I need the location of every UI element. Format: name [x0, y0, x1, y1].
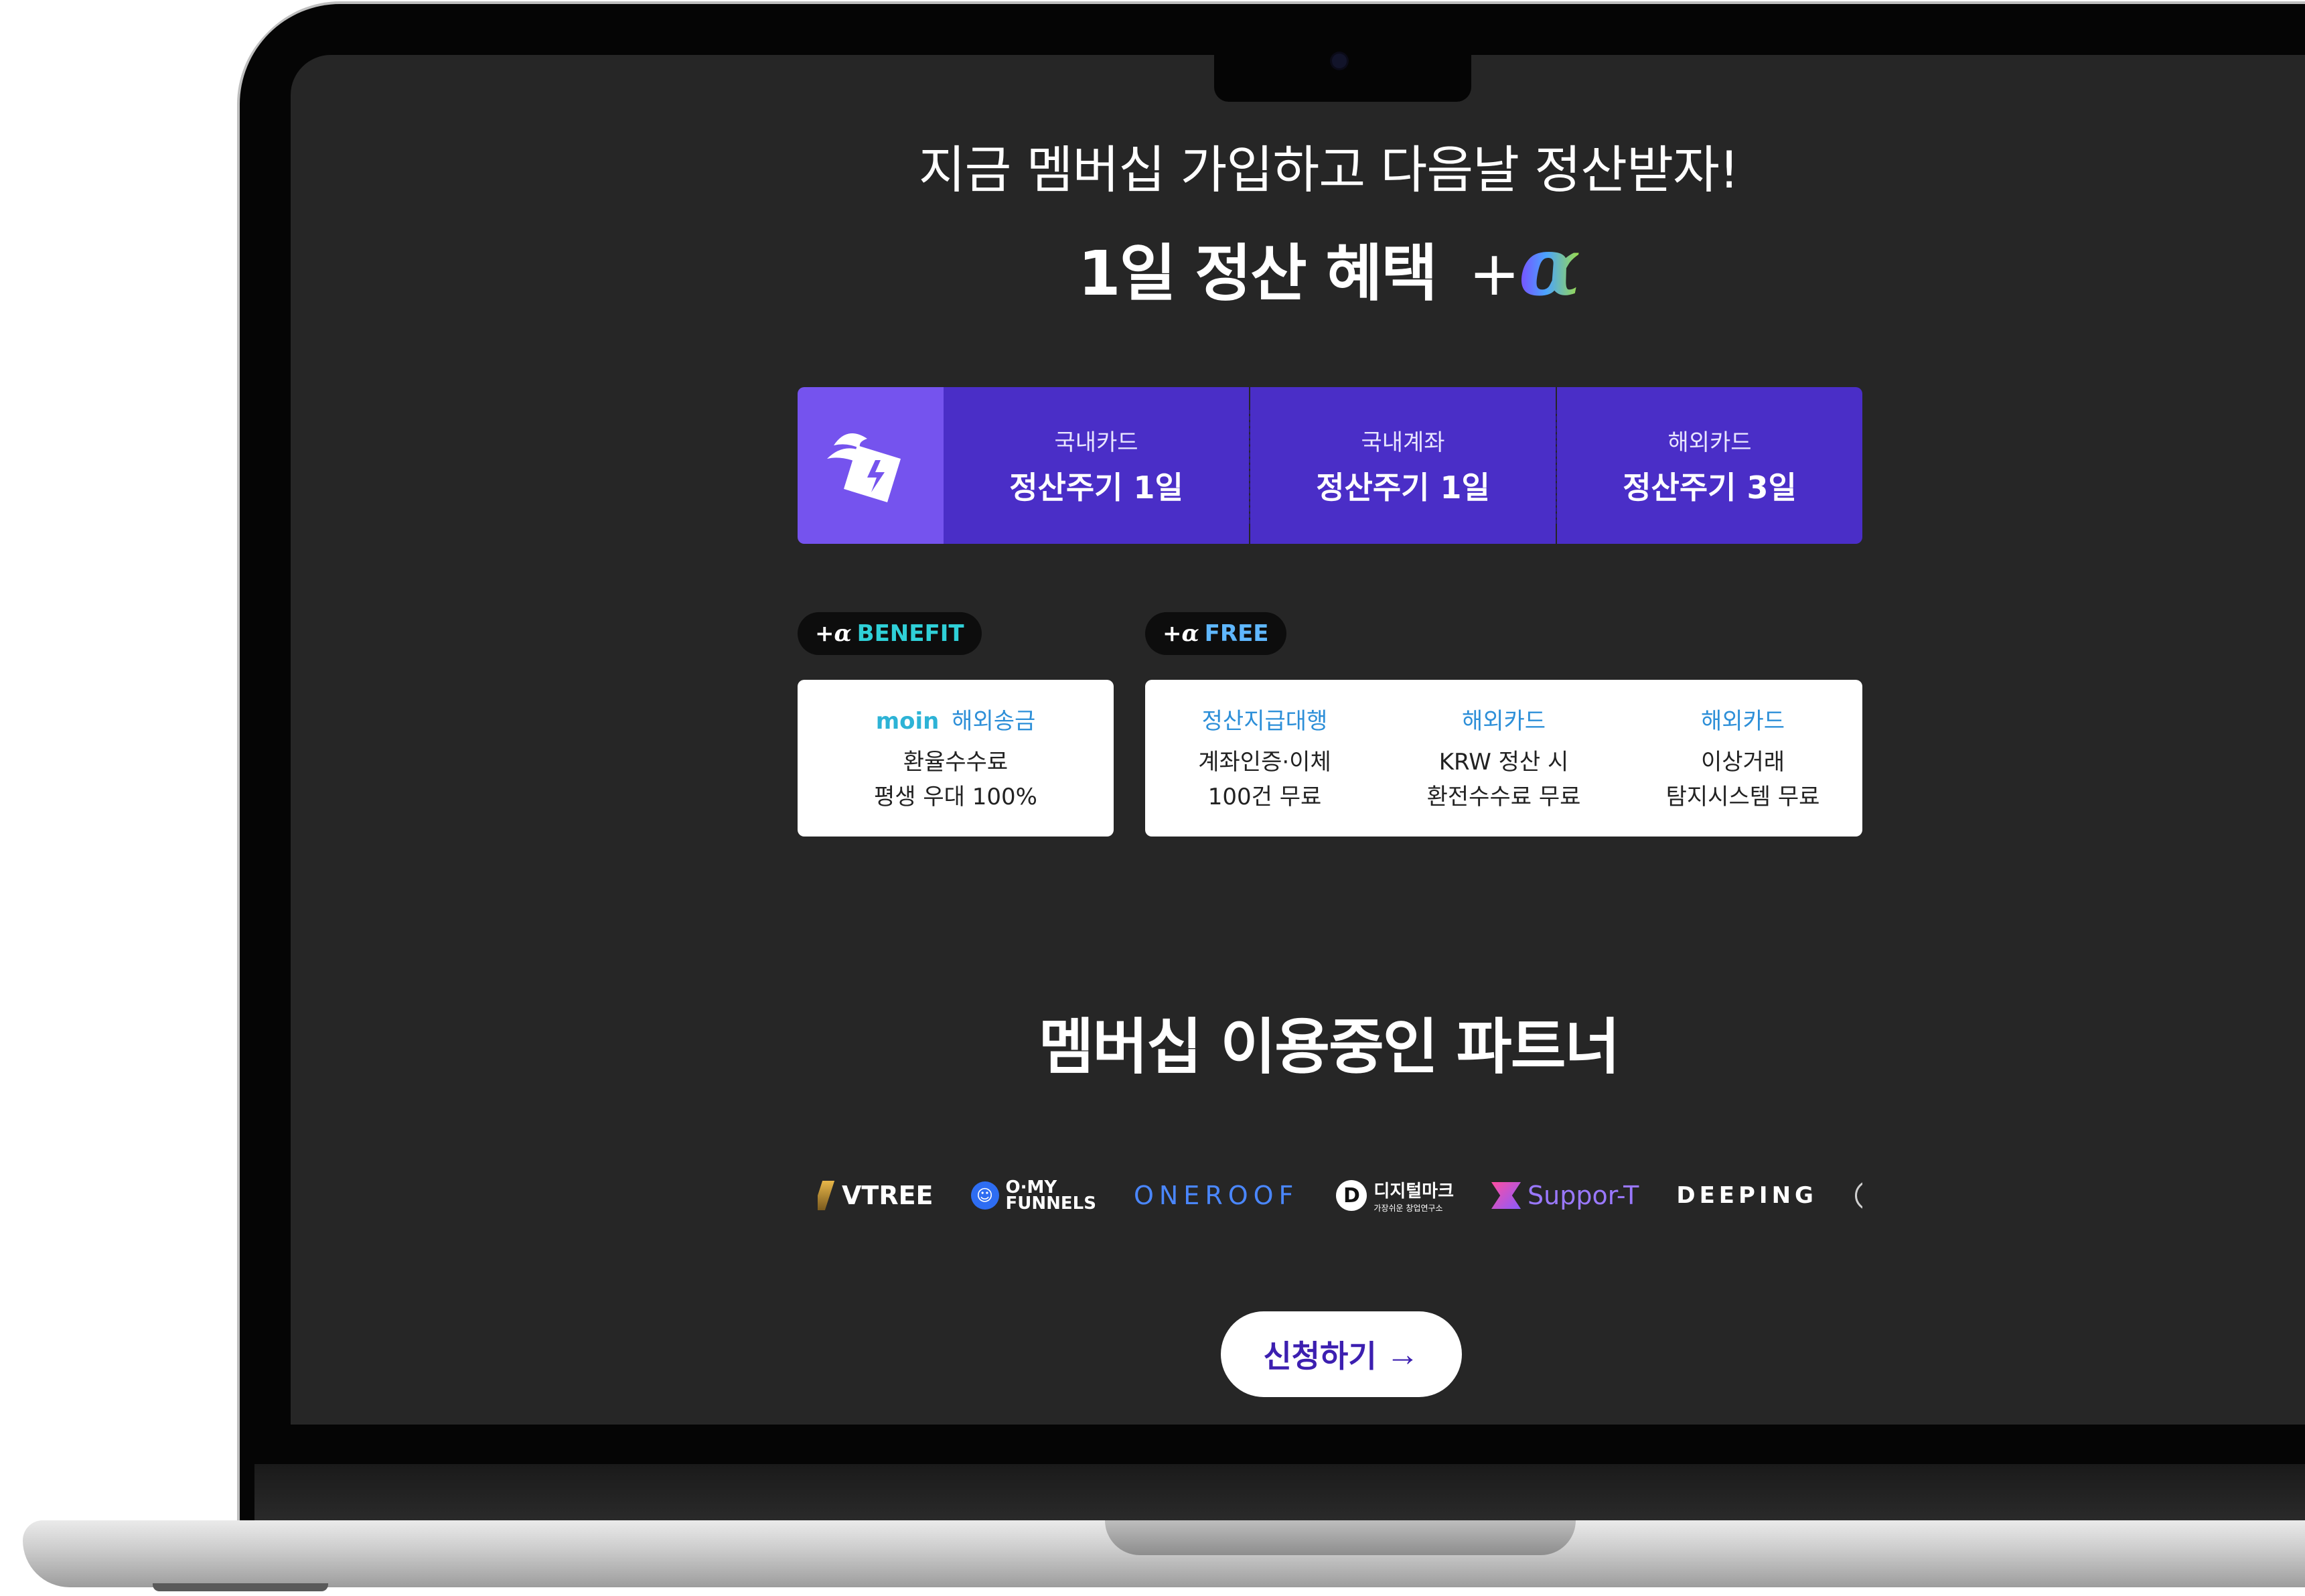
laptop-bottom-bezel — [254, 1425, 2305, 1464]
winged-bill-icon — [798, 387, 944, 544]
free-item: 해외카드 KRW 정산 시 환전수수료 무료 — [1384, 680, 1623, 837]
partner-logo-vtree: VTREE — [818, 1181, 934, 1210]
benefit-column: moin 해외송금 환율수수료 평생 우대 100% — [798, 680, 1114, 837]
benefit-line: 평생 우대 100% — [874, 783, 1037, 810]
partner-logo-omyfunnels: ☺ O·MY FUNNELS — [970, 1179, 1096, 1212]
apply-button-label: 신청하기 — [1263, 1339, 1377, 1374]
settlement-value: 정산주기 3일 — [1623, 469, 1797, 506]
partner-logo-supul: 수플 — [1854, 1180, 1862, 1211]
d-mark-icon: D — [1336, 1180, 1367, 1211]
settlement-label: 해외카드 — [1667, 429, 1752, 456]
laptop-screen: 지금 멤버십 가입하고 다음날 정산받자! 1일 정산 혜택 +α 국내카드 정… — [291, 55, 2305, 1425]
partner-name-main: 디지털마크 — [1373, 1181, 1455, 1202]
free-item-line: 이상거래 — [1700, 748, 1785, 776]
benefit-head: moin 해외송금 — [876, 703, 1036, 735]
supul-mark-icon — [1854, 1180, 1862, 1211]
subhead-main: 1일 정산 혜택 — [1077, 238, 1438, 309]
support-mark-icon — [1491, 1182, 1521, 1209]
partner-name: ONEROOF — [1133, 1181, 1299, 1210]
laptop-thumb-notch — [1105, 1520, 1576, 1555]
free-item-line: KRW 정산 시 — [1438, 748, 1569, 776]
settlement-value: 정산주기 1일 — [1009, 469, 1183, 506]
alpha-prefix: +α — [1163, 620, 1199, 647]
partner-logo-digitalmark: D 디지털마크 가장쉬운 창업연구소 — [1336, 1177, 1454, 1214]
subhead-plus: + — [1468, 238, 1520, 309]
free-tag: +α FREE — [1145, 612, 1286, 655]
free-item-line: 100건 무료 — [1207, 783, 1322, 810]
settlement-label: 국내계좌 — [1361, 429, 1445, 456]
settlement-domestic-account: 국내계좌 정산주기 1일 — [1250, 387, 1556, 544]
free-item-head: 정산지급대행 — [1201, 707, 1328, 735]
free-item-line: 계좌인증·이체 — [1198, 748, 1331, 776]
free-item: 해외카드 이상거래 탐지시스템 무료 — [1623, 680, 1862, 837]
free-item-head: 해외카드 — [1461, 707, 1546, 735]
partner-name: DEEPING — [1676, 1182, 1817, 1209]
benefit-line: 환율수수료 — [903, 748, 1009, 776]
partner-name: 디지털마크 가장쉬운 창업연구소 — [1373, 1177, 1454, 1214]
alpha-icon: α — [1519, 220, 1580, 314]
free-item-head: 해외카드 — [1700, 707, 1785, 735]
partner-name-sub: 가장쉬운 창업연구소 — [1373, 1204, 1443, 1213]
laptop-foot — [153, 1583, 328, 1591]
partner-logo-oneroof: ONEROOF — [1134, 1181, 1298, 1210]
free-card: 정산지급대행 계좌인증·이체 100건 무료 해외카드 KRW 정산 시 환전수… — [1145, 680, 1862, 837]
moin-logo: moin — [875, 707, 940, 735]
partner-logo-support: Suppor-T — [1491, 1181, 1639, 1210]
free-item-line: 탐지시스템 무료 — [1665, 783, 1820, 810]
benefit-tag: +α BENEFIT — [798, 612, 982, 655]
camera-icon — [1332, 54, 1347, 68]
alpha-prefix: +α — [815, 620, 852, 647]
vtree-mark-icon — [818, 1181, 835, 1210]
partner-name: VTREE — [842, 1181, 934, 1210]
partner-name: Suppor-T — [1528, 1181, 1639, 1210]
smiley-icon: ☺ — [970, 1181, 999, 1210]
free-item-line: 환전수수료 무료 — [1426, 783, 1581, 810]
apply-button[interactable]: 신청하기 → — [1221, 1311, 1462, 1397]
partner-logo-deeping: DEEPING — [1676, 1182, 1817, 1209]
partner-logo-strip: VTREE ☺ O·MY FUNNELS ONEROOF D 디지털마크 가장쉬… — [818, 1165, 1862, 1226]
benefit-head-label: 해외송금 — [952, 707, 1036, 735]
settlement-domestic-card: 국내카드 정산주기 1일 — [944, 387, 1249, 544]
partners-title: 멤버십 이용중인 파트너 — [1038, 1012, 1621, 1082]
hero-headline: 지금 멤버십 가입하고 다음날 정산받자! — [918, 140, 1740, 200]
settlement-value: 정산주기 1일 — [1316, 469, 1490, 506]
settlement-overseas-card: 해외카드 정산주기 3일 — [1557, 387, 1862, 544]
benefit-tag-label: BENEFIT — [857, 620, 964, 647]
laptop-hinge — [254, 1464, 2305, 1524]
partner-name: O·MY FUNNELS — [1006, 1179, 1096, 1212]
partner-name-bottom: FUNNELS — [1005, 1193, 1096, 1214]
free-tag-label: FREE — [1204, 620, 1269, 647]
settlement-label: 국내카드 — [1054, 429, 1138, 456]
free-item: 정산지급대행 계좌인증·이체 100건 무료 — [1145, 680, 1384, 837]
arrow-right-icon: → — [1386, 1335, 1420, 1373]
benefit-card: moin 해외송금 환율수수료 평생 우대 100% — [798, 680, 1114, 837]
hero-subhead: 1일 정산 혜택 +α — [291, 220, 2305, 314]
settlement-strip: 국내카드 정산주기 1일 국내계좌 정산주기 1일 해외카드 정산주기 3일 — [798, 387, 1862, 544]
